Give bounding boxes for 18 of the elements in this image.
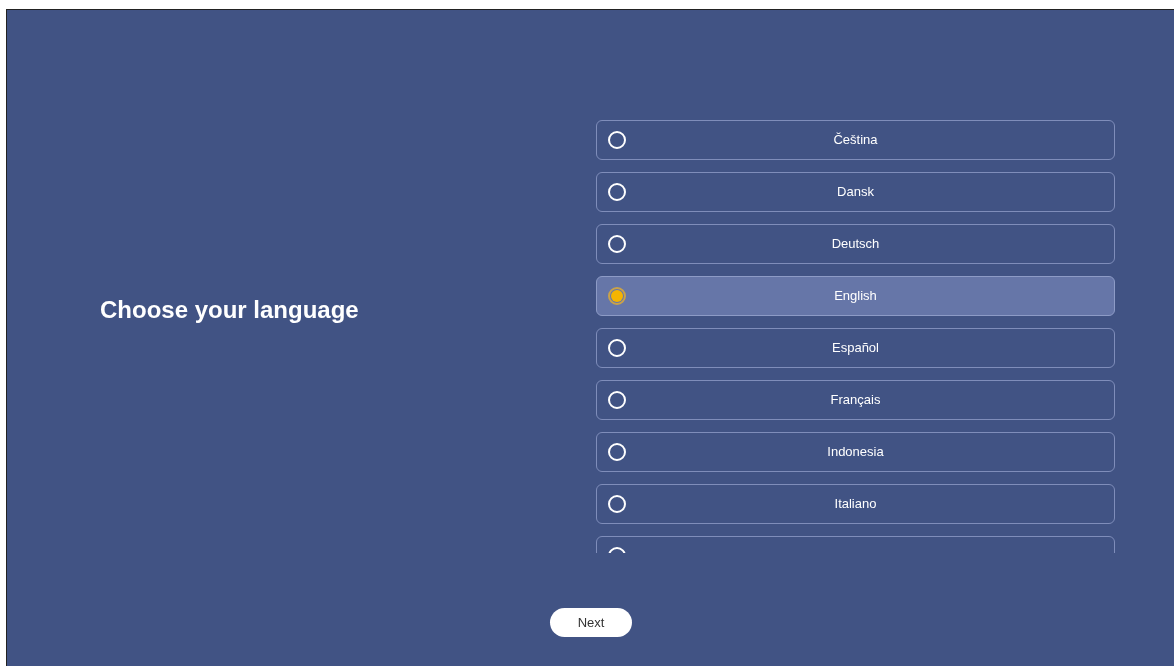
radio-icon <box>608 495 626 513</box>
language-option[interactable]: Deutsch <box>596 224 1115 264</box>
page-title: Choose your language <box>100 295 359 325</box>
language-option[interactable]: Čeština <box>596 120 1115 160</box>
language-option[interactable]: Dansk <box>596 172 1115 212</box>
radio-icon <box>608 339 626 357</box>
radio-icon <box>608 131 626 149</box>
radio-icon <box>608 235 626 253</box>
language-option[interactable]: Indonesia <box>596 432 1115 472</box>
next-button[interactable]: Next <box>550 608 632 637</box>
language-option[interactable]: English <box>596 276 1115 316</box>
language-option[interactable]: Italiano <box>596 484 1115 524</box>
radio-icon <box>608 391 626 409</box>
language-option[interactable]: Français <box>596 380 1115 420</box>
language-option[interactable]: Español <box>596 328 1115 368</box>
radio-icon <box>608 183 626 201</box>
radio-selected-icon <box>608 287 626 305</box>
radio-icon <box>608 443 626 461</box>
